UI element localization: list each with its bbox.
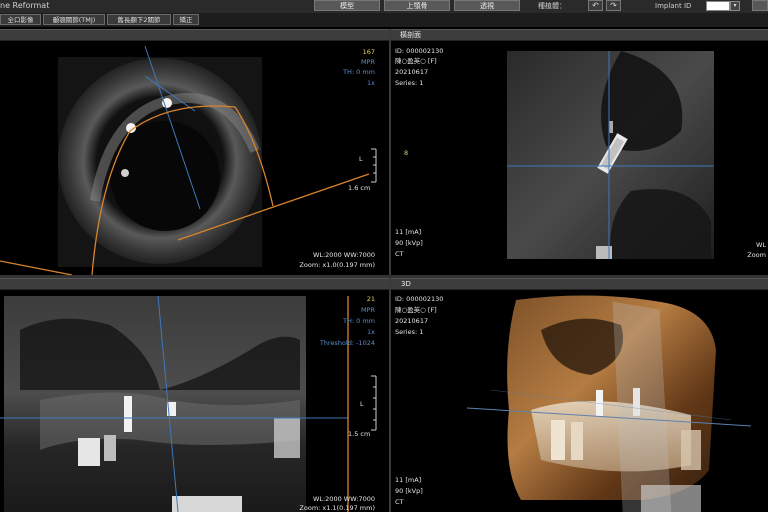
pano-zoom-factor: 1x xyxy=(367,328,375,336)
cross-patient-name: 陳○盈英○ [F] xyxy=(395,57,437,65)
threed-viewport[interactable]: ID: 000002130 陳○盈英○ [F] 20210617 Series:… xyxy=(391,290,768,512)
threed-study-date: 20210617 xyxy=(395,317,429,325)
undo-arrow-icon[interactable]: ↶ xyxy=(588,0,603,11)
axial-thickness: TH: 0 mm xyxy=(343,68,375,76)
cross-section-viewport[interactable]: ID: 000002130 陳○盈英○ [F] 20210617 Series:… xyxy=(391,41,768,275)
axial-zoom: Zoom: x1.0(0.197 mm) xyxy=(299,261,375,269)
cross-modality: CT xyxy=(395,250,404,258)
pano-thickness: TH: 0 mm xyxy=(343,317,375,325)
vertical-splitter[interactable] xyxy=(389,29,391,512)
threed-panel-title: 3D xyxy=(401,280,411,288)
panoramic-image xyxy=(0,295,377,512)
threed-patient-id: ID: 000002130 xyxy=(395,295,444,303)
top-toolbar: ne Reformat 模型 上顎骨 透視 種植體： ↶ ↷ Implant I… xyxy=(0,0,768,14)
cross-window-level: WL xyxy=(755,241,766,249)
cross-zoom: Zoom xyxy=(747,251,766,259)
axial-scale-letter: L xyxy=(359,155,363,163)
axial-panel-header xyxy=(0,29,389,41)
threed-modality: CT xyxy=(395,498,404,506)
axial-slice-number: 167 xyxy=(362,48,375,56)
plant-label: 種植體： xyxy=(538,2,566,10)
axial-window-level: WL:2000 WW:7000 xyxy=(312,251,375,259)
pano-mode: MPR xyxy=(360,306,375,314)
threed-panel-header: 3D xyxy=(391,278,768,290)
threed-render xyxy=(466,295,752,512)
pano-panel-header xyxy=(0,278,389,290)
axial-image xyxy=(0,45,377,275)
pano-threshold: Threshold: -1024 xyxy=(319,339,375,347)
axial-scale-length: 1.6 cm xyxy=(348,184,371,192)
pano-scale-length: 1.5 cm xyxy=(348,430,371,438)
implant-id-field[interactable] xyxy=(706,1,730,11)
maxilla-button[interactable]: 上顎骨 xyxy=(384,0,450,11)
tab-bar: 全口影像 顳顎關節(TMJ) 舊長顱下2關節 矯正 xyxy=(0,13,768,27)
tab-ortho[interactable]: 矯正 xyxy=(173,14,199,25)
cross-panel-title: 橫剖面 xyxy=(400,31,421,39)
implant-id-label: Implant ID xyxy=(655,2,692,10)
threed-series: Series: 1 xyxy=(395,328,424,336)
cross-section-image xyxy=(507,51,714,259)
threed-kvp: 90 [kVp] xyxy=(395,487,423,495)
perspective-button[interactable]: 透視 xyxy=(454,0,520,11)
tab-full-mouth[interactable]: 全口影像 xyxy=(0,14,41,25)
threed-ma: 11 [mA] xyxy=(395,476,422,484)
cross-kvp: 90 [kVp] xyxy=(395,239,423,247)
redo-arrow-icon[interactable]: ↷ xyxy=(606,0,621,11)
extra-button[interactable] xyxy=(752,0,768,11)
pano-slice-number: 21 xyxy=(366,295,375,303)
axial-viewport[interactable]: 167 MPR TH: 0 mm 1x L 1.6 cm WL:2000 WW:… xyxy=(0,41,389,275)
panoramic-viewport[interactable]: 21 MPR TH: 0 mm 1x Threshold: -1024 L 1.… xyxy=(0,290,389,512)
axial-zoom-factor: 1x xyxy=(367,79,375,87)
cross-study-date: 20210617 xyxy=(395,68,429,76)
app-title: ne Reformat xyxy=(0,1,50,10)
pano-zoom: Zoom: x1.1(0.197 mm) xyxy=(299,504,375,512)
cross-ma: 11 [mA] xyxy=(395,228,422,236)
horizontal-splitter[interactable] xyxy=(0,275,768,278)
axial-mode: MPR xyxy=(360,58,375,66)
cross-marker: 8 xyxy=(404,149,409,157)
threed-patient-name: 陳○盈英○ [F] xyxy=(395,306,437,314)
cross-panel-header: 橫剖面 xyxy=(391,29,768,41)
tab-tmj[interactable]: 顳顎關節(TMJ) xyxy=(43,14,105,25)
model-button[interactable]: 模型 xyxy=(314,0,380,11)
tab-mandible-joint[interactable]: 舊長顱下2關節 xyxy=(107,14,171,25)
cross-patient-id: ID: 000002130 xyxy=(395,47,444,55)
pano-window-level: WL:2000 WW:7000 xyxy=(312,495,375,503)
chevron-down-icon[interactable]: ▾ xyxy=(730,1,740,11)
cross-series: Series: 1 xyxy=(395,79,424,87)
pano-scale-letter: L xyxy=(360,400,364,408)
